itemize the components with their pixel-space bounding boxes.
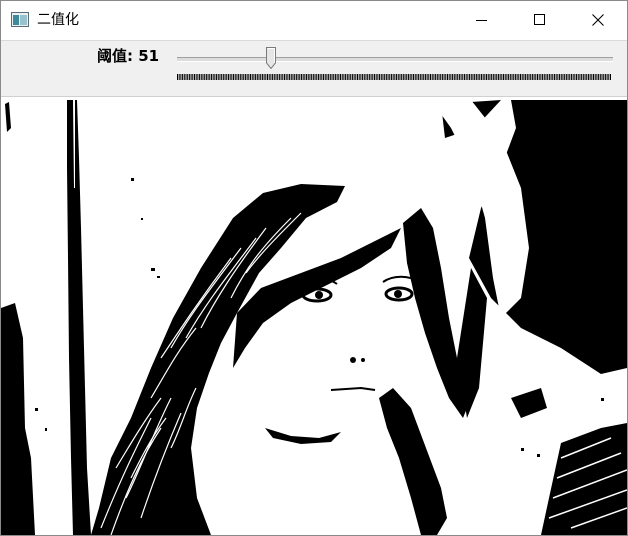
- trackbar-panel: 阈值: 51: [1, 40, 627, 97]
- close-button[interactable]: [569, 1, 627, 39]
- maximize-button[interactable]: [511, 1, 569, 39]
- threshold-label: 阈值: 51: [97, 47, 160, 65]
- minimize-icon: [476, 20, 487, 21]
- title-bar[interactable]: 二值化: [1, 1, 627, 39]
- close-icon: [592, 14, 604, 26]
- threshold-slider-track[interactable]: [177, 57, 613, 62]
- app-window: 二值化 阈值: 51: [0, 0, 628, 536]
- minimize-button[interactable]: [453, 1, 511, 39]
- app-icon: [11, 12, 29, 27]
- binary-threshold-image: [1, 98, 627, 535]
- threshold-image: [1, 98, 627, 535]
- threshold-slider-ticks: [177, 74, 611, 80]
- window-title: 二值化: [37, 12, 79, 28]
- threshold-slider-thumb[interactable]: [266, 47, 276, 69]
- maximize-icon: [534, 14, 545, 25]
